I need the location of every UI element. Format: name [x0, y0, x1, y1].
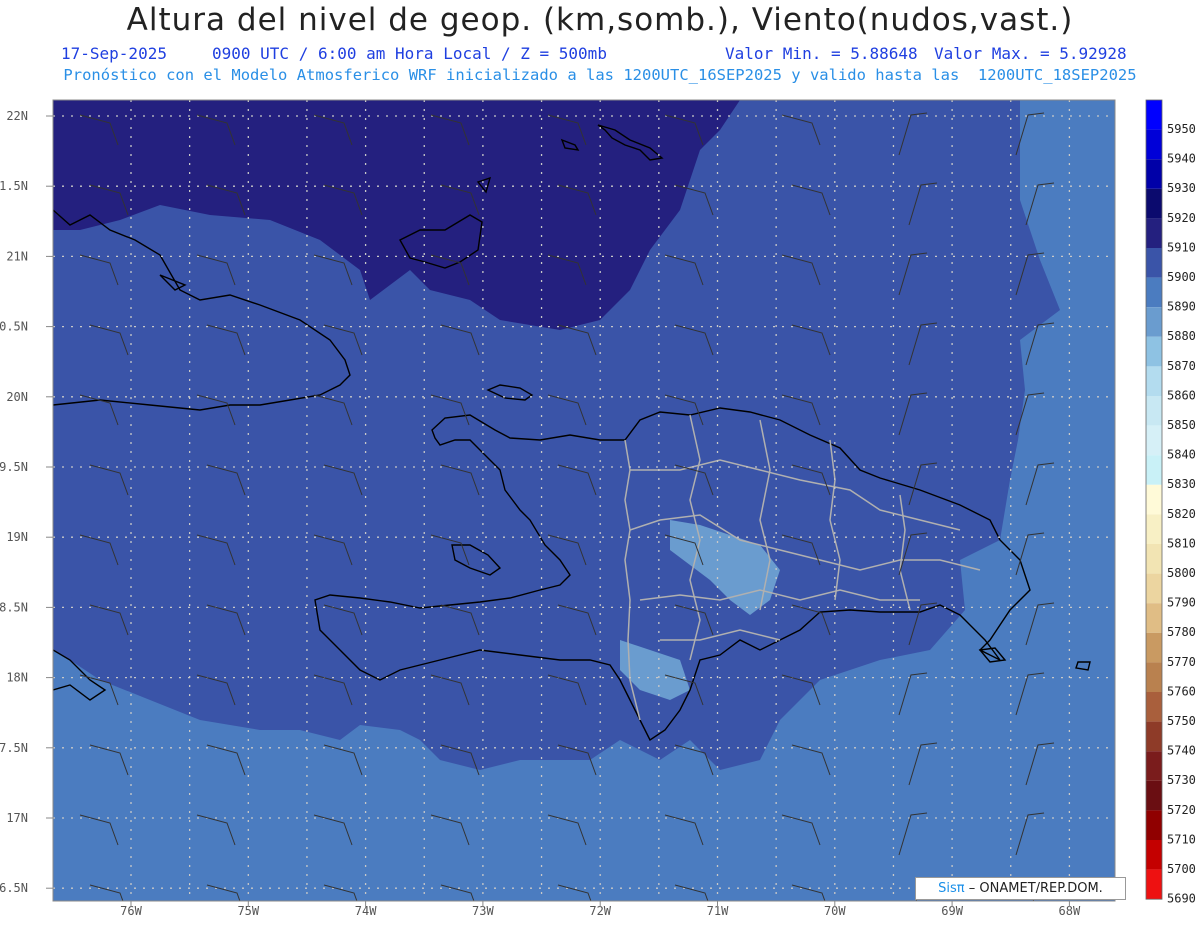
lat-label: 17N: [6, 811, 28, 825]
sispi-logo: Sisπ: [938, 881, 965, 896]
colorbar-swatch: [1146, 692, 1162, 722]
colorbar-swatch: [1146, 366, 1162, 396]
colorbar-swatch: [1146, 277, 1162, 308]
lat-label: 22N: [6, 109, 28, 123]
colorbar-swatch: [1146, 188, 1162, 219]
colorbar-swatch: [1146, 603, 1162, 633]
lat-label: 21N: [6, 249, 28, 263]
colorbar-label: 5830: [1167, 477, 1196, 491]
lat-label: 18N: [6, 671, 28, 685]
colorbar-label: 5860: [1167, 388, 1196, 402]
colorbar-swatch: [1146, 159, 1162, 189]
colorbar-swatch: [1146, 248, 1162, 278]
colorbar-label: 5820: [1167, 507, 1196, 521]
lat-label: 17.5N: [0, 741, 28, 755]
colorbar-swatch: [1146, 336, 1162, 367]
colorbar-label: 5810: [1167, 536, 1196, 550]
colorbar-label: 5880: [1167, 329, 1196, 343]
colorbar-label: 5920: [1167, 211, 1196, 225]
colorbar-swatch: [1146, 632, 1162, 663]
colorbar-swatch: [1146, 573, 1162, 604]
colorbar-swatch: [1146, 129, 1162, 160]
colorbar-swatch: [1146, 721, 1162, 752]
lat-label: 20.5N: [0, 320, 28, 334]
colorbar-label: 5950: [1167, 122, 1196, 136]
colorbar-swatch: [1146, 396, 1162, 426]
credit-box: Sisπ – ONAMET/REP.DOM.: [915, 877, 1126, 900]
lat-label: 21.5N: [0, 179, 28, 193]
colorbar-swatch: [1146, 455, 1162, 485]
colorbar-swatch: [1146, 810, 1162, 840]
colorbar-label: 5700: [1167, 862, 1196, 876]
colorbar-label: 5850: [1167, 418, 1196, 432]
colorbar: 5950 5940 5930 5920 5910 5900 5890 5880 5870 5860…: [1145, 99, 1196, 906]
colorbar-swatch: [1146, 307, 1162, 337]
colorbar-label: 5780: [1167, 625, 1196, 639]
colorbar-label: 5720: [1167, 803, 1196, 817]
colorbar-label: 5770: [1167, 655, 1196, 669]
colorbar-swatch: [1146, 751, 1162, 781]
map-canvas: 22N 21.5N 21N 20.5N 20N 19.5N 19N 18.5N 18N 17.5N…: [0, 99, 1196, 918]
colorbar-label: 5690: [1167, 892, 1196, 906]
colorbar-swatch: [1146, 484, 1162, 515]
longitude-axis: 76W 75W 74W 73W 72W 71W 70W 69W 68W: [120, 901, 1081, 918]
lat-label: 19N: [6, 530, 28, 544]
colorbar-swatch: [1146, 514, 1162, 544]
colorbar-swatch: [1146, 544, 1162, 574]
colorbar-label: 5940: [1167, 152, 1196, 166]
colorbar-label: 5840: [1167, 448, 1196, 462]
lat-label: 20N: [6, 390, 28, 404]
colorbar-label: 5730: [1167, 773, 1196, 787]
colorbar-label: 5930: [1167, 181, 1196, 195]
colorbar-swatch: [1146, 100, 1162, 130]
colorbar-label: 5870: [1167, 359, 1196, 373]
colorbar-swatch: [1146, 869, 1162, 900]
colorbar-label: 5790: [1167, 596, 1196, 610]
colorbar-swatch: [1146, 218, 1162, 248]
colorbar-swatch: [1146, 425, 1162, 456]
colorbar-label: 5760: [1167, 684, 1196, 698]
colorbar-label: 5740: [1167, 744, 1196, 758]
colorbar-swatch: [1146, 840, 1162, 870]
height-field: [53, 100, 1115, 901]
credit-text: – ONAMET/REP.DOM.: [968, 881, 1103, 896]
colorbar-label: 5710: [1167, 832, 1196, 846]
lat-label: 19.5N: [0, 460, 28, 474]
colorbar-label: 5890: [1167, 300, 1196, 314]
colorbar-label: 5900: [1167, 270, 1196, 284]
colorbar-label: 5750: [1167, 714, 1196, 728]
lat-label: 18.5N: [0, 600, 28, 614]
latitude-axis: 22N 21.5N 21N 20.5N 20N 19.5N 19N 18.5N 18N 17.5N…: [0, 109, 53, 895]
colorbar-swatch: [1146, 662, 1162, 692]
colorbar-swatch: [1146, 780, 1162, 811]
colorbar-label: 5800: [1167, 566, 1196, 580]
lat-label: 16.5N: [0, 881, 28, 895]
colorbar-label: 5910: [1167, 240, 1196, 254]
